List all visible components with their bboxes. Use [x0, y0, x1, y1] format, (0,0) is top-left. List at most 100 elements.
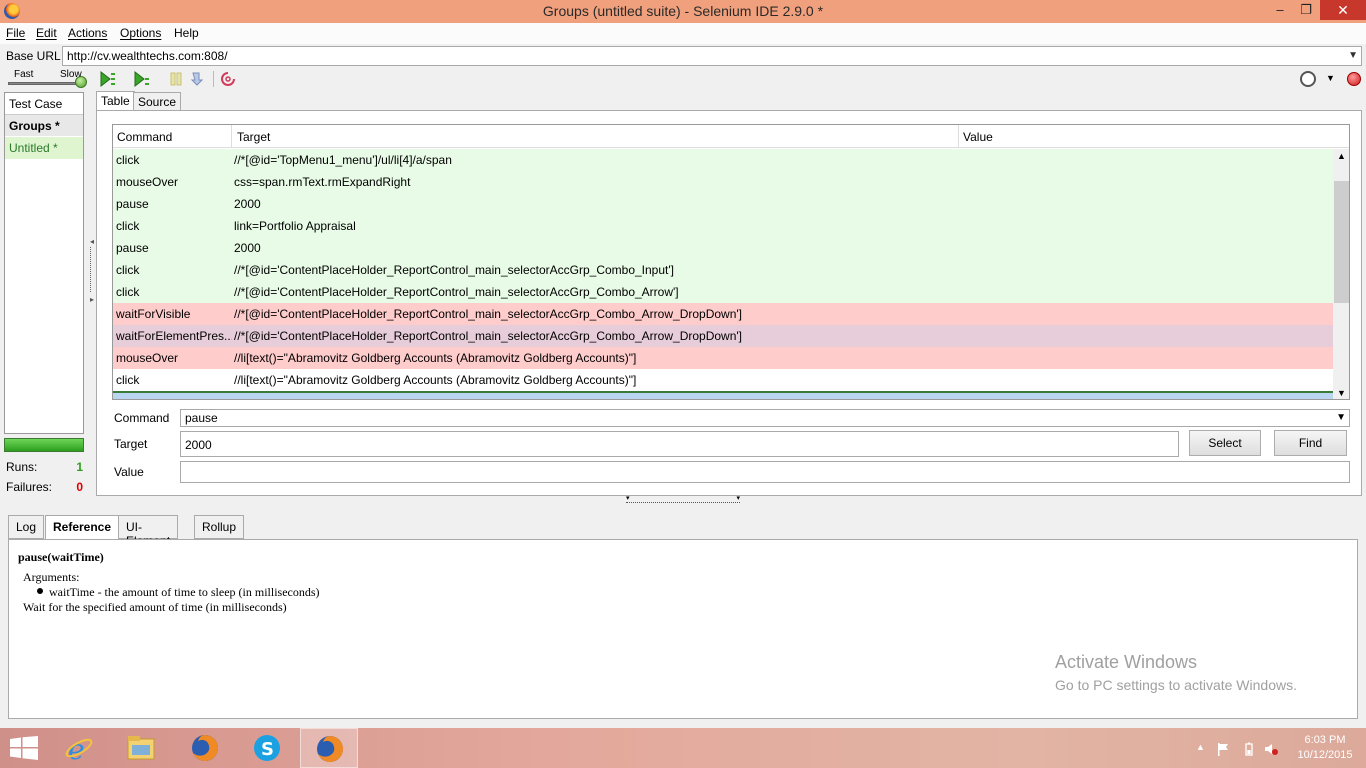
reference-signature: pause(waitTime) — [18, 550, 104, 564]
expand-right-icon[interactable]: ▸ — [90, 295, 94, 304]
table-scrollbar[interactable]: ▲ ▼ — [1333, 149, 1349, 399]
taskbar-skype[interactable]: S — [238, 728, 296, 768]
command-select-value: pause — [185, 411, 218, 425]
taskbar-firefox[interactable] — [176, 728, 234, 768]
row-target: //*[@id='ContentPlaceHolder_ReportContro… — [234, 307, 743, 321]
internet-explorer-icon: e — [65, 733, 93, 763]
row-target: css=span.rmText.rmExpandRight — [234, 175, 411, 189]
table-row[interactable]: mouseOver //li[text()="Abramovitz Goldber… — [113, 347, 1333, 369]
target-label: Target — [114, 437, 148, 451]
scroll-down-icon[interactable]: ▼ — [1337, 388, 1346, 398]
menu-bar: File Edit Actions Options Help — [0, 23, 1366, 44]
speed-slider[interactable] — [8, 82, 84, 85]
taskbar: e S — [0, 728, 1366, 768]
show-hidden-icons-icon[interactable]: ▲ — [1196, 742, 1205, 752]
activate-windows-subtitle: Go to PC settings to activate Windows. — [1055, 677, 1297, 693]
row-target: //li[text()="Abramovitz Goldberg Account… — [234, 351, 637, 365]
table-row[interactable]: waitForVisible //*[@id='ContentPlaceHolde… — [113, 303, 1333, 325]
scroll-up-icon[interactable]: ▲ — [1337, 151, 1346, 161]
collapse-up-icon[interactable]: ▾ — [626, 494, 630, 502]
rollup-icon[interactable] — [220, 71, 236, 87]
svg-text:S: S — [261, 739, 274, 760]
table-row[interactable]: pause 2000 — [113, 237, 1333, 259]
reference-arguments-label: Arguments: — [23, 570, 80, 584]
title-bar: Groups (untitled suite) - Selenium IDE 2… — [0, 0, 1366, 23]
battery-icon[interactable] — [1242, 742, 1256, 756]
table-row[interactable]: click link=Portfolio Appraisal — [113, 215, 1333, 237]
row-target: //li[text()="Abramovitz Goldberg Account… — [234, 373, 637, 387]
value-input[interactable] — [180, 461, 1350, 483]
tab-log[interactable]: Log — [8, 515, 45, 539]
firefox-icon — [192, 735, 218, 761]
tab-reference[interactable]: Reference — [45, 515, 120, 539]
table-row[interactable]: click //*[@id='TopMenu1_menu']/ul/li[4]/a… — [113, 149, 1333, 171]
table-row[interactable]: pause 2000 — [113, 193, 1333, 215]
collapse-left-icon[interactable]: ◂ — [90, 237, 94, 246]
table-row[interactable]: 2000 — [113, 391, 1333, 399]
table-row[interactable]: waitForElementPres...//*[@id='ContentPla… — [113, 325, 1333, 347]
maximize-button[interactable]: ❐ — [1296, 0, 1316, 20]
find-button[interactable]: Find — [1274, 430, 1347, 456]
start-button[interactable] — [0, 728, 50, 768]
runs-label: Runs: — [6, 460, 38, 474]
chevron-down-icon[interactable]: ▼ — [1348, 50, 1358, 61]
table-row[interactable]: click //*[@id='ContentPlaceHolder_ReportC… — [113, 281, 1333, 303]
test-case-item-untitled[interactable]: Untitled * — [5, 137, 83, 159]
tab-rollup[interactable]: Rollup — [194, 515, 245, 539]
command-select[interactable]: pause ▼ — [180, 409, 1350, 427]
volume-muted-icon[interactable] — [1264, 742, 1278, 756]
table-row[interactable]: mouseOver css=span.rmText.rmExpandRight — [113, 171, 1333, 193]
splitter-grip[interactable] — [90, 247, 91, 292]
tab-table[interactable]: Table — [96, 91, 135, 111]
table-body: click //*[@id='TopMenu1_menu']/ul/li[4]/a… — [113, 149, 1333, 399]
taskbar-clock[interactable]: 6:03 PM 10/12/2015 — [1290, 733, 1360, 763]
select-button[interactable]: Select — [1189, 430, 1261, 456]
clock-icon[interactable] — [1300, 71, 1316, 87]
tab-source[interactable]: Source — [133, 92, 182, 111]
windows-logo-icon — [10, 736, 38, 760]
taskbar-firefox-active[interactable] — [300, 728, 358, 768]
table-row[interactable]: click //*[@id='ContentPlaceHolder_ReportC… — [113, 259, 1333, 281]
command-label: Command — [114, 411, 170, 425]
row-target: //*[@id='TopMenu1_menu']/ul/li[4]/a/span — [234, 153, 452, 167]
row-command: mouseOver — [116, 175, 179, 189]
step-icon[interactable] — [190, 71, 206, 87]
minimize-button[interactable]: ‒ — [1270, 0, 1290, 20]
row-command: waitForVisible — [116, 307, 191, 321]
row-target: //*[@id='ContentPlaceHolder_ReportContro… — [234, 329, 743, 343]
base-url-input[interactable]: http://cv.wealthtechs.com:808/ ▼ — [62, 46, 1362, 66]
row-command: mouseOver — [116, 351, 179, 365]
test-case-item-groups[interactable]: Groups * — [5, 115, 83, 137]
menu-options[interactable]: Options — [120, 26, 161, 40]
play-suite-icon[interactable] — [100, 71, 116, 87]
row-command: click — [116, 219, 140, 233]
taskbar-internet-explorer[interactable]: e — [50, 728, 108, 768]
action-center-flag-icon[interactable] — [1216, 742, 1230, 756]
speed-slider-handle[interactable] — [75, 76, 87, 88]
menu-help[interactable]: Help — [174, 26, 199, 40]
failures-count: 0 — [76, 480, 83, 494]
expand-down-icon[interactable]: ▾ — [736, 494, 740, 502]
row-command: click — [116, 153, 140, 167]
chevron-down-icon[interactable]: ▼ — [1336, 412, 1346, 423]
chevron-down-icon[interactable]: ▼ — [1326, 73, 1335, 83]
column-header-command: Command — [117, 130, 173, 144]
row-target: 2000 — [234, 397, 261, 399]
record-button[interactable] — [1347, 72, 1361, 86]
menu-file[interactable]: File — [6, 26, 25, 40]
panel-splitter[interactable]: ◂ ▸ — [88, 92, 94, 496]
row-target: //*[@id='ContentPlaceHolder_ReportContro… — [234, 285, 679, 299]
row-command: click — [116, 263, 140, 277]
pause-icon[interactable] — [168, 71, 184, 87]
scrollbar-thumb[interactable] — [1334, 181, 1349, 303]
close-button[interactable]: ✕ — [1320, 0, 1366, 20]
tab-ui-element[interactable]: UI-Element — [118, 515, 179, 548]
menu-actions[interactable]: Actions — [68, 26, 107, 40]
table-row[interactable]: click //li[text()="Abramovitz Goldberg Ac… — [113, 369, 1333, 391]
taskbar-file-explorer[interactable] — [112, 728, 170, 768]
horizontal-splitter[interactable]: ▾ ▾ — [626, 494, 740, 503]
row-command: click — [116, 285, 140, 299]
target-input[interactable]: 2000 — [180, 431, 1179, 457]
play-test-case-icon[interactable] — [134, 71, 150, 87]
menu-edit[interactable]: Edit — [36, 26, 57, 40]
